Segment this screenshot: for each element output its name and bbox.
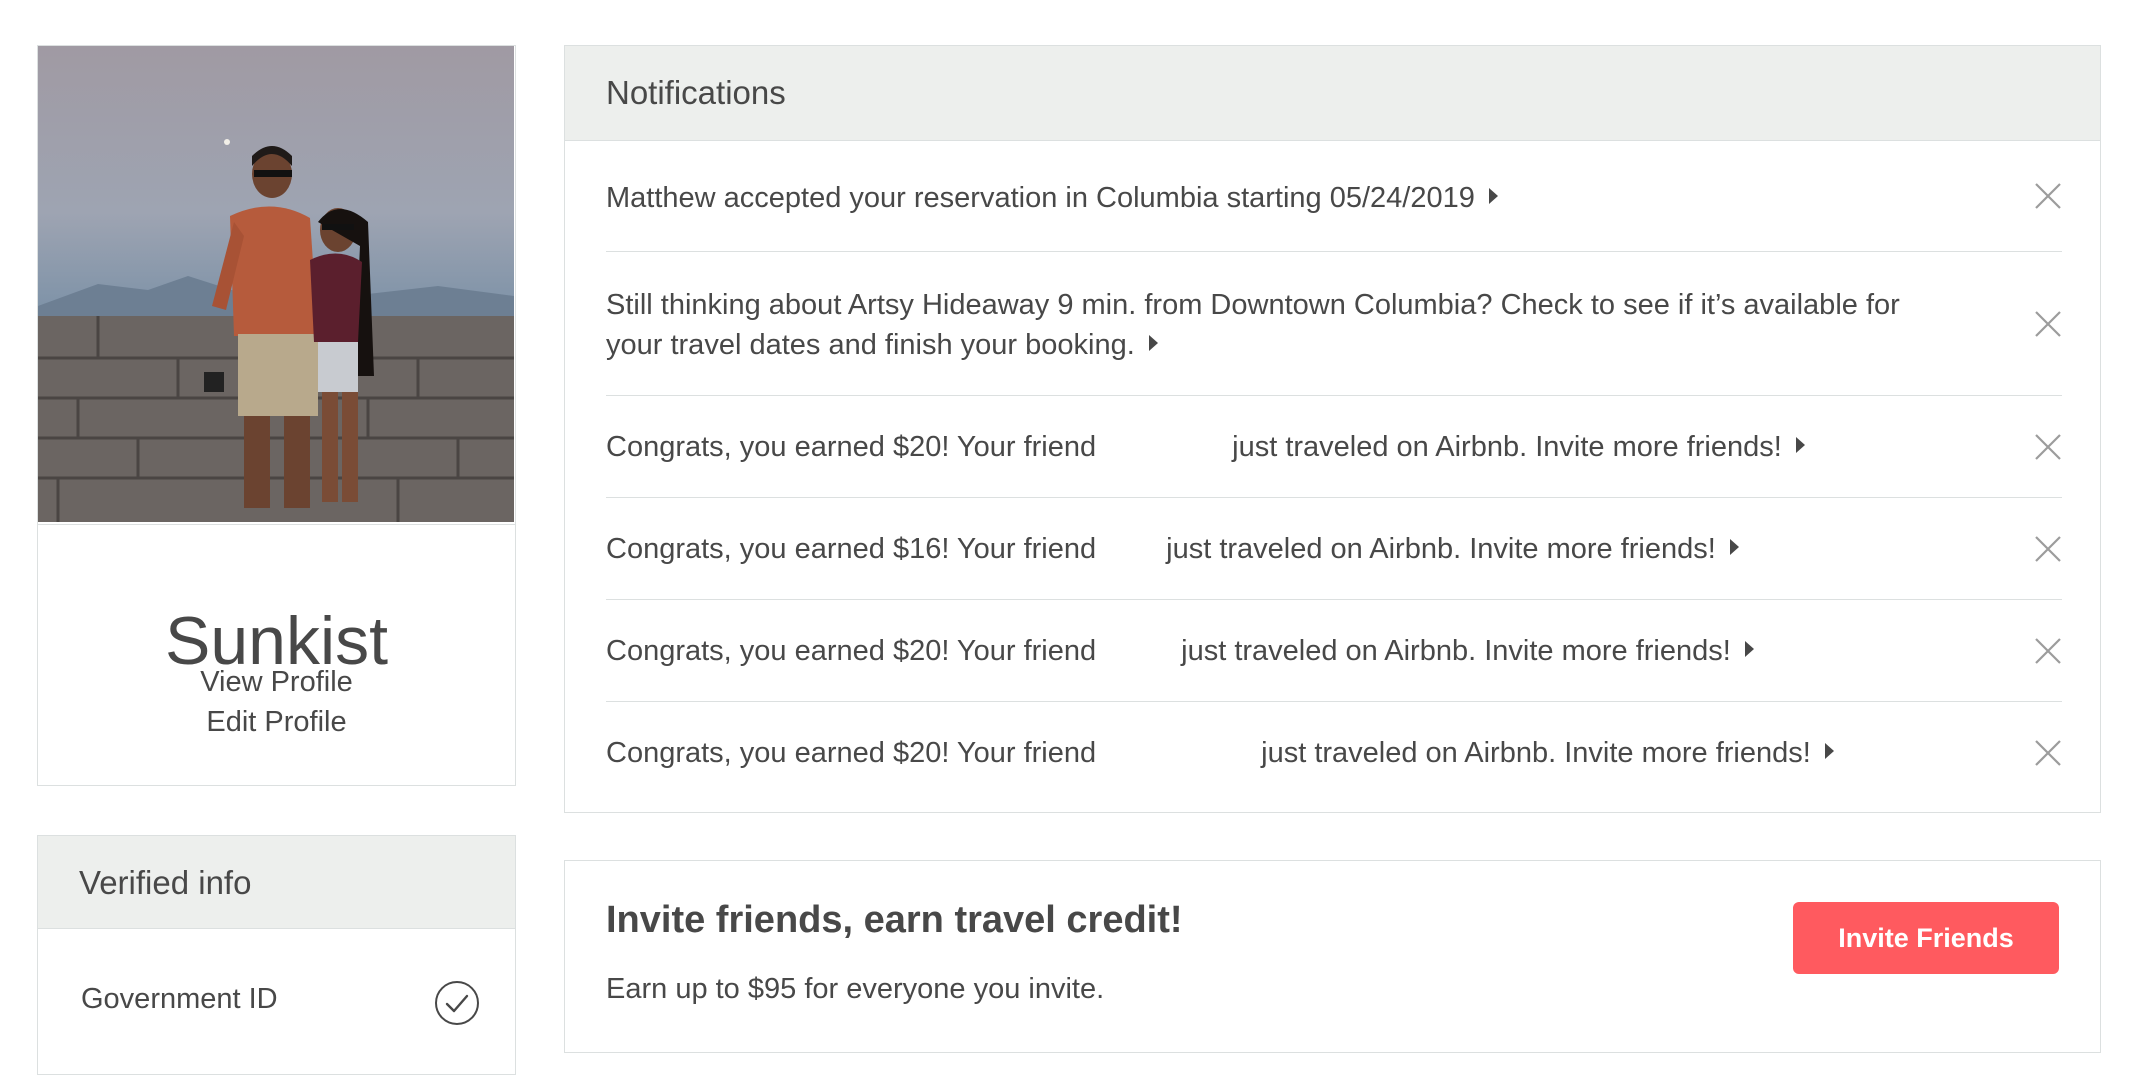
edit-profile-link[interactable]: Edit Profile	[38, 706, 515, 739]
notification-link[interactable]: Still thinking about Artsy Hideaway 9 mi…	[606, 285, 1900, 365]
notification-text-start: Congrats, you earned $20! Your friend	[606, 635, 1097, 667]
notification-link[interactable]: Matthew accepted your reservation in Col…	[606, 178, 1498, 218]
notification-item: Still thinking about Artsy Hideaway 9 mi…	[606, 252, 2062, 396]
caret-right-icon	[1148, 335, 1158, 352]
caret-right-icon	[1488, 188, 1498, 205]
notification-link[interactable]: Congrats, you earned $20! Your friend jus…	[606, 733, 1834, 773]
notification-text-start: Congrats, you earned $20! Your friend	[606, 431, 1097, 463]
notification-item: Matthew accepted your reservation in Col…	[606, 141, 2062, 252]
notification-link[interactable]: Congrats, you earned $16! Your friend jus…	[606, 529, 1739, 569]
invite-subtitle: Earn up to $95 for everyone you invite.	[606, 973, 1105, 1005]
notification-text-end: just traveled on Airbnb. Invite more fri…	[1166, 533, 1716, 565]
notification-text-line-1: Still thinking about Artsy Hideaway 9 mi…	[606, 289, 1900, 321]
notification-text-end: just traveled on Airbnb. Invite more fri…	[1261, 737, 1811, 769]
invite-friends-card: Invite friends, earn travel credit! Earn…	[564, 860, 2101, 1053]
close-icon[interactable]	[2034, 739, 2062, 767]
notification-text-start: Congrats, you earned $16! Your friend	[606, 533, 1097, 565]
notification-text: Matthew accepted your reservation in Col…	[606, 182, 1475, 214]
government-id-label: Government ID	[81, 983, 278, 1015]
notifications-card: Notifications Matthew accepted your rese…	[564, 45, 2101, 813]
close-icon[interactable]	[2034, 637, 2062, 665]
view-profile-link[interactable]: View Profile	[38, 666, 515, 699]
caret-right-icon	[1795, 437, 1805, 454]
notification-link[interactable]: Congrats, you earned $20! Your friend jus…	[606, 631, 1754, 671]
verified-info-header: Verified info	[38, 836, 515, 929]
notification-item: Congrats, you earned $16! Your friend jus…	[606, 498, 2062, 600]
notifications-title: Notifications	[606, 74, 786, 111]
caret-right-icon	[1824, 743, 1834, 760]
notification-text-end: just traveled on Airbnb. Invite more fri…	[1232, 431, 1782, 463]
close-icon[interactable]	[2034, 182, 2062, 210]
notification-link[interactable]: Congrats, you earned $20! Your friend jus…	[606, 427, 1805, 467]
verified-info-card: Verified info Government ID	[37, 835, 516, 1075]
notification-text-start: Congrats, you earned $20! Your friend	[606, 737, 1097, 769]
check-circle-icon	[434, 980, 480, 1031]
invite-friends-button[interactable]: Invite Friends	[1793, 902, 2059, 974]
notification-item: Congrats, you earned $20! Your friend jus…	[606, 396, 2062, 498]
notifications-header: Notifications	[565, 46, 2100, 141]
close-icon[interactable]	[2034, 535, 2062, 563]
notification-item: Congrats, you earned $20! Your friend jus…	[606, 600, 2062, 702]
invite-title: Invite friends, earn travel credit!	[606, 899, 1183, 941]
close-icon[interactable]	[2034, 310, 2062, 338]
profile-card: Sunkist View Profile Edit Profile	[37, 45, 516, 786]
notification-item: Congrats, you earned $20! Your friend jus…	[606, 702, 2062, 804]
notification-text-line-2: your travel dates and finish your bookin…	[606, 329, 1135, 361]
caret-right-icon	[1729, 539, 1739, 556]
caret-right-icon	[1744, 641, 1754, 658]
profile-photo[interactable]	[38, 46, 515, 525]
close-icon[interactable]	[2034, 433, 2062, 461]
verified-info-title: Verified info	[79, 864, 252, 901]
notification-text-end: just traveled on Airbnb. Invite more fri…	[1181, 635, 1731, 667]
